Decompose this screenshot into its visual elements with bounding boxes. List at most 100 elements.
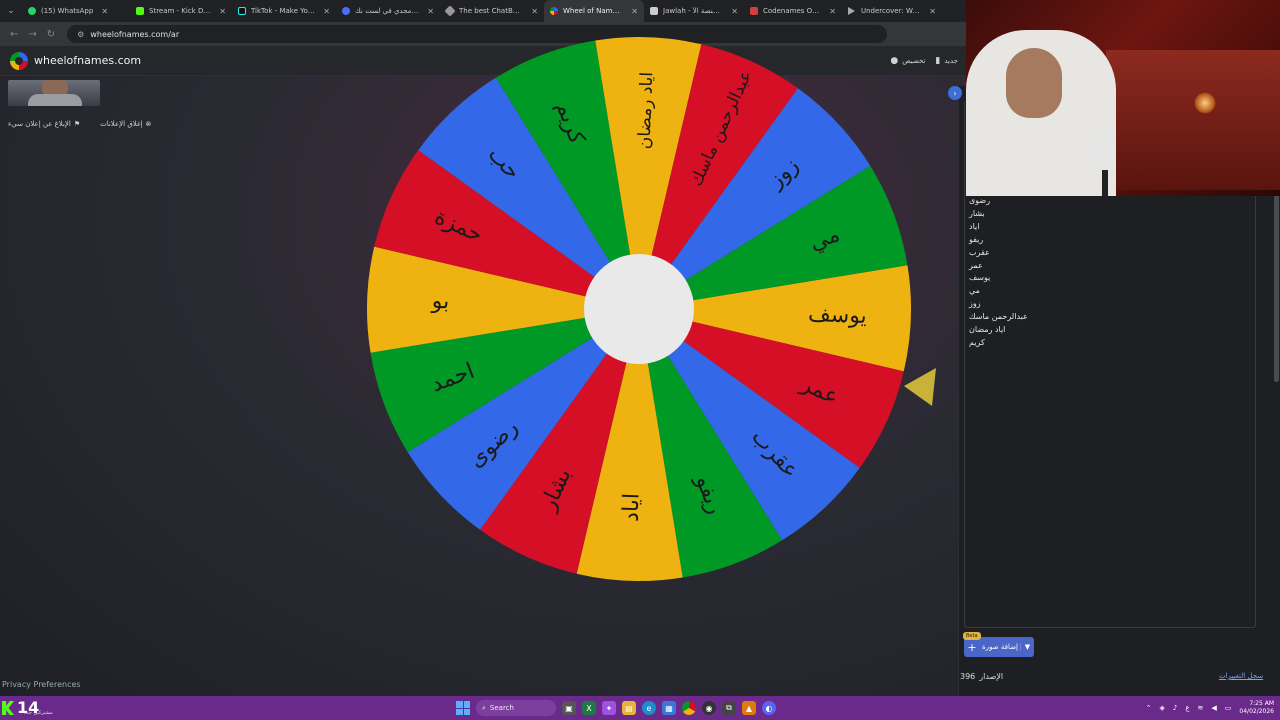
tab-title: Undercover: Word Party [861, 7, 921, 15]
kick-icon [136, 7, 144, 15]
discord-taskbar-icon[interactable]: ◐ [762, 701, 776, 715]
file-explorer-icon[interactable]: ▤ [622, 701, 636, 715]
tab-title: Stream - Kick Dashboard [149, 7, 212, 15]
entry-item[interactable]: ريفو [969, 234, 1049, 247]
system-tray: ⌃ ◈ ♪ ع ≋ ◀ ▭ 7:25 AM 04/02/2026 [1146, 696, 1274, 720]
wifi-icon[interactable]: ≋ [1198, 704, 1204, 712]
tab-title: Codenames Online [763, 7, 821, 15]
codenames-icon [750, 7, 758, 15]
close-tab-icon[interactable]: ✕ [427, 7, 434, 16]
search-label: Search [489, 704, 514, 712]
close-tab-icon[interactable]: ✕ [101, 7, 108, 16]
microphone-tray-icon[interactable]: ♪ [1173, 704, 1177, 712]
windows-start-icon[interactable] [456, 701, 470, 715]
language-icon[interactable]: ع [1185, 704, 1189, 712]
changelog-link[interactable]: سجل التغييرات [1219, 672, 1263, 680]
entry-item[interactable]: يوسف [969, 272, 1049, 285]
wheel-segment-label: يوسف [808, 302, 868, 329]
new-file-icon: ▮ [935, 56, 941, 66]
wheel-of-names-icon [550, 7, 558, 15]
tray-chevron-icon[interactable]: ⌃ [1146, 704, 1152, 712]
mic-stand [1102, 170, 1108, 196]
forward-icon[interactable]: → [28, 29, 36, 40]
guest-shirt [28, 94, 82, 106]
browser-tab[interactable]: الشيخ مجدي في لست نك ✕ [336, 0, 440, 22]
entry-item[interactable]: رضوى [969, 195, 1049, 208]
entry-item[interactable]: زوز [969, 298, 1049, 311]
entry-item[interactable]: عمر [969, 260, 1049, 273]
wheel-logo-icon[interactable] [10, 51, 28, 70]
reload-icon[interactable]: ↻ [47, 29, 55, 40]
pointer-triangle-icon [904, 368, 936, 406]
guest-webcam-overlay [8, 80, 100, 106]
chevron-down-icon[interactable]: ▼ [1020, 643, 1034, 651]
excel-icon[interactable]: X [582, 701, 596, 715]
browser-tab[interactable]: The best ChatBot and W ✕ [440, 0, 544, 22]
collapse-panel-button[interactable]: › [948, 86, 962, 100]
whatsapp-icon [28, 7, 36, 15]
nav-buttons: ← → ↻ [0, 29, 65, 40]
close-tab-icon[interactable]: ✕ [531, 7, 538, 16]
obs-icon[interactable]: ◉ [702, 701, 716, 715]
entry-item[interactable]: اياد [969, 221, 1049, 234]
new-button[interactable]: ▮ جديد [935, 56, 958, 66]
edge-icon[interactable]: e [642, 701, 656, 715]
add-image-button[interactable]: + إضافة صورة ▼ [964, 637, 1034, 657]
entries-list[interactable]: رضوى بشار اياد ريفو عقرب عمر يوسف مي زوز عبدالرحم… [969, 195, 1049, 350]
clock[interactable]: 7:25 AM 04/02/2026 [1239, 700, 1274, 716]
network-icon[interactable]: ◈ [1159, 704, 1164, 712]
entry-item[interactable]: بشار [969, 208, 1049, 221]
new-label: جديد [944, 57, 958, 65]
entry-item[interactable]: كريم [969, 337, 1049, 350]
back-icon[interactable]: ← [10, 29, 18, 40]
wheel-svg[interactable]: يوسفعمرعقربريفوايادبشاررضوىاحمدبوحمزةحبك… [366, 34, 912, 584]
search-icon: ⌕ [482, 703, 486, 712]
entry-item[interactable]: اياد رمضان [969, 324, 1049, 337]
report-ad-label: الإبلاغ عن إعلان سيء [8, 120, 71, 128]
browser-tab[interactable]: Jawlah - جولة | منصة الأ ✕ [644, 0, 744, 22]
volume-icon[interactable]: ◀ [1211, 704, 1216, 712]
privacy-preferences-link[interactable]: Privacy Preferences [2, 680, 81, 689]
browser-tab[interactable]: (15) WhatsApp ✕ [22, 0, 130, 22]
ad-controls: الإبلاغ عن إعلان سيء ⚑ إغلاق الإعلانات ⊗ [8, 120, 151, 128]
plus-icon: + [967, 640, 977, 654]
browser-tab[interactable]: Codenames Online ✕ [744, 0, 842, 22]
wheel-pointer [904, 368, 936, 406]
webcam-lamp [1194, 92, 1216, 114]
close-tab-icon[interactable]: ✕ [731, 7, 738, 16]
entry-item[interactable]: عقرب [969, 247, 1049, 260]
close-tab-icon[interactable]: ✕ [929, 7, 936, 16]
entry-item[interactable]: عبدالرحمن ماسك [969, 311, 1049, 324]
store-icon[interactable]: ▦ [662, 701, 676, 715]
report-ad-link[interactable]: الإبلاغ عن إعلان سيء ⚑ [8, 120, 80, 128]
close-tab-icon[interactable]: ✕ [323, 7, 330, 16]
streamer-webcam [966, 0, 1280, 196]
chrome-icon[interactable] [682, 701, 696, 715]
wheel-center-hub[interactable] [584, 254, 694, 364]
taskbar-search[interactable]: ⌕ Search [476, 700, 556, 716]
browser-tab[interactable]: Undercover: Word Party ✕ [842, 0, 942, 22]
site-logo-text[interactable]: wheelofnames.com [34, 54, 141, 67]
copilot-icon[interactable]: ✦ [602, 701, 616, 715]
entry-item[interactable]: مي [969, 285, 1049, 298]
browser-tab[interactable]: Stream - Kick Dashboard ✕ [130, 0, 232, 22]
browser-tab-active[interactable]: Wheel of Names | عجلة ✕ [544, 0, 644, 22]
close-tab-icon[interactable]: ✕ [829, 7, 836, 16]
close-ads-link[interactable]: إغلاق الإعلانات ⊗ [100, 120, 151, 128]
close-tab-icon[interactable]: ✕ [631, 7, 638, 16]
battery-icon[interactable]: ▭ [1225, 704, 1232, 712]
version-label: الإصدار [979, 672, 1004, 681]
browser-tab[interactable]: TikTok - Make Your Day ✕ [232, 0, 336, 22]
tab-title: The best ChatBot and W [459, 7, 523, 15]
vlc-icon[interactable]: ▲ [742, 701, 756, 715]
wheel[interactable]: يوسف عمر عقرب ريفو اياد بشار رضوى احمد بو حمزة حب ك… [366, 34, 912, 584]
close-tab-icon[interactable]: ✕ [219, 7, 226, 16]
task-view-icon[interactable]: ▣ [562, 701, 576, 715]
play-icon [848, 7, 856, 15]
clock-date: 04/02/2026 [1239, 708, 1274, 715]
url-text: wheelofnames.com/ar [90, 29, 180, 39]
app-icon[interactable]: ⧉ [722, 701, 736, 715]
tab-search-icon[interactable]: ⌄ [0, 0, 22, 22]
webcam-background-bed [1106, 50, 1280, 190]
site-info-icon[interactable]: ⚙ [77, 30, 84, 39]
